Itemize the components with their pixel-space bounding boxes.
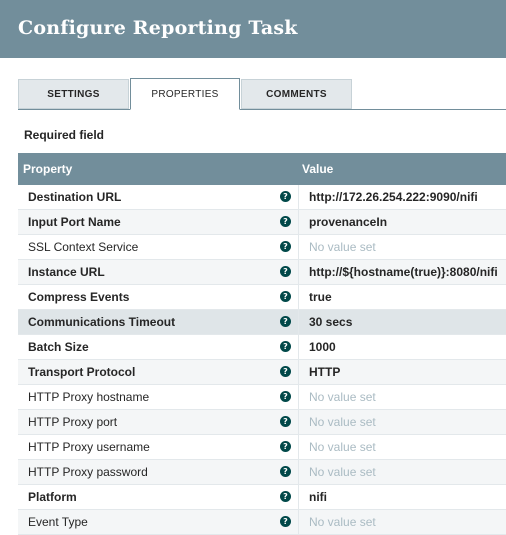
column-separator [298, 410, 299, 434]
question-circle-icon[interactable]: ? [280, 416, 291, 427]
column-header-property[interactable]: Property [23, 153, 72, 185]
dialog-title: Configure Reporting Task [18, 17, 298, 39]
column-separator [298, 385, 299, 409]
question-circle-icon[interactable]: ? [280, 516, 291, 527]
question-circle-icon[interactable]: ? [280, 291, 291, 302]
property-name: HTTP Proxy password [28, 465, 148, 479]
dialog-header: Configure Reporting Task [0, 0, 506, 58]
property-name: Input Port Name [28, 215, 121, 229]
table-body: Destination URL? http://172.26.254.222:90… [18, 185, 506, 535]
question-circle-icon[interactable]: ? [280, 216, 291, 227]
required-field-label: Required field [24, 128, 105, 142]
tab-properties[interactable]: PROPERTIES [130, 78, 240, 110]
column-separator [298, 510, 299, 534]
table-row[interactable]: HTTP Proxy password? No value set [18, 460, 506, 485]
property-name: Communications Timeout [28, 315, 176, 329]
property-name: Transport Protocol [28, 365, 136, 379]
property-name: HTTP Proxy username [28, 440, 150, 454]
property-value[interactable]: No value set [309, 235, 504, 259]
property-value[interactable]: No value set [309, 510, 504, 534]
property-value[interactable]: No value set [309, 385, 504, 409]
property-name: Batch Size [28, 340, 89, 354]
property-value[interactable]: true [309, 285, 504, 309]
property-value[interactable]: 30 secs [309, 310, 504, 334]
property-name: Instance URL [28, 265, 105, 279]
property-name: HTTP Proxy port [28, 415, 118, 429]
property-value[interactable]: provenanceIn [309, 210, 504, 234]
question-circle-icon[interactable]: ? [280, 241, 291, 252]
column-separator [298, 260, 299, 284]
column-separator [298, 485, 299, 509]
property-name: Event Type [28, 515, 88, 529]
table-row[interactable]: SSL Context Service? No value set [18, 235, 506, 260]
table-row[interactable]: HTTP Proxy username? No value set [18, 435, 506, 460]
question-circle-icon[interactable]: ? [280, 491, 291, 502]
column-separator [298, 210, 299, 234]
question-circle-icon[interactable]: ? [280, 366, 291, 377]
table-row[interactable]: HTTP Proxy hostname? No value set [18, 385, 506, 410]
tab-settings[interactable]: SETTINGS [18, 79, 129, 109]
table-row[interactable]: Transport Protocol? HTTP [18, 360, 506, 385]
column-separator [298, 460, 299, 484]
table-row[interactable]: Batch Size? 1000 [18, 335, 506, 360]
column-separator [298, 185, 299, 209]
tab-comments[interactable]: COMMENTS [241, 79, 352, 109]
question-circle-icon[interactable]: ? [280, 191, 291, 202]
property-name: Compress Events [28, 290, 130, 304]
property-value[interactable]: No value set [309, 410, 504, 434]
property-name: SSL Context Service [28, 240, 139, 254]
property-value[interactable]: 1000 [309, 335, 504, 359]
column-separator [298, 335, 299, 359]
table-row[interactable]: Input Port Name? provenanceIn [18, 210, 506, 235]
property-value[interactable]: HTTP [309, 360, 504, 384]
tab-bar-divider [18, 109, 506, 110]
table-row[interactable]: HTTP Proxy port? No value set [18, 410, 506, 435]
question-circle-icon[interactable]: ? [280, 266, 291, 277]
table-row[interactable]: Compress Events? true [18, 285, 506, 310]
question-circle-icon[interactable]: ? [280, 341, 291, 352]
column-separator [298, 360, 299, 384]
table-header: Property Value [18, 153, 506, 185]
table-row[interactable]: Instance URL? http://${hostname(true)}:80… [18, 260, 506, 285]
property-value[interactable]: nifi [309, 485, 504, 509]
property-value[interactable]: No value set [309, 435, 504, 459]
column-separator [298, 435, 299, 459]
tab-bar: SETTINGS PROPERTIES COMMENTS [18, 78, 506, 110]
column-separator [298, 235, 299, 259]
properties-table: Property Value Destination URL? http://17… [18, 153, 506, 535]
property-value[interactable]: http://172.26.254.222:9090/nifi [309, 185, 504, 209]
question-circle-icon[interactable]: ? [280, 466, 291, 477]
table-row[interactable]: Communications Timeout? 30 secs [18, 310, 506, 335]
question-circle-icon[interactable]: ? [280, 441, 291, 452]
property-value[interactable]: No value set [309, 460, 504, 484]
table-row[interactable]: Destination URL? http://172.26.254.222:90… [18, 185, 506, 210]
property-value[interactable]: http://${hostname(true)}:8080/nifi [309, 260, 504, 284]
property-name: HTTP Proxy hostname [28, 390, 150, 404]
table-row[interactable]: Event Type? No value set [18, 510, 506, 535]
property-name: Destination URL [28, 190, 122, 204]
column-header-value[interactable]: Value [302, 153, 333, 185]
table-row[interactable]: Platform? nifi [18, 485, 506, 510]
column-separator [298, 310, 299, 334]
column-separator [298, 285, 299, 309]
question-circle-icon[interactable]: ? [280, 316, 291, 327]
question-circle-icon[interactable]: ? [280, 391, 291, 402]
property-name: Platform [28, 490, 77, 504]
